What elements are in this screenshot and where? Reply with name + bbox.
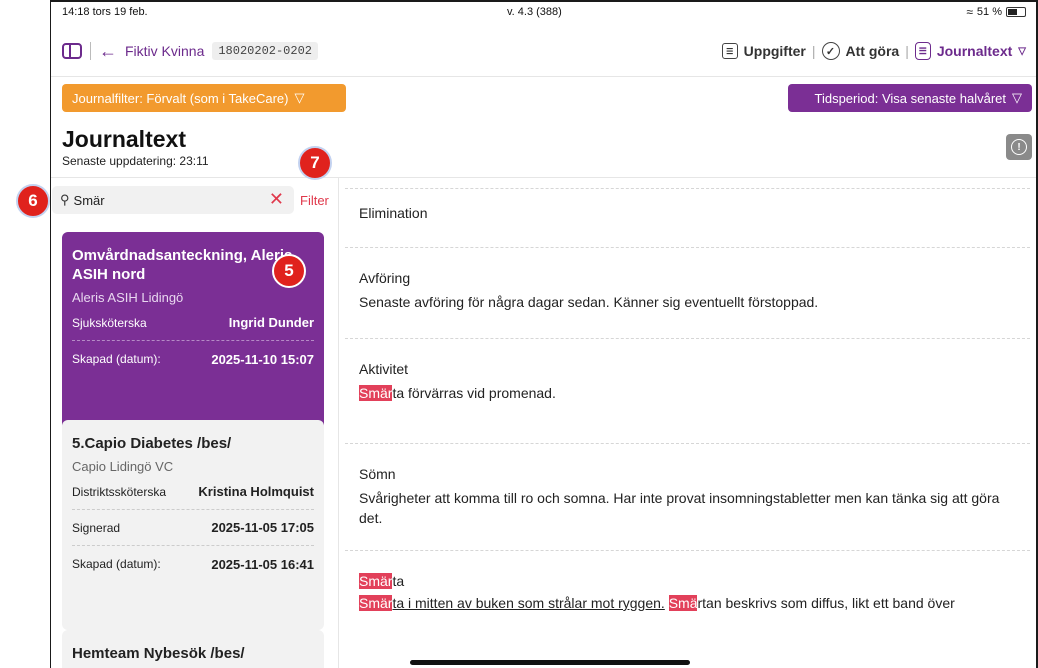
frame-top-border <box>50 0 1038 2</box>
status-bar: 14:18 tors 19 feb. v. 4.3 (388) ≈ 51 % <box>62 4 1032 20</box>
card-row-label: Signerad <box>72 520 121 535</box>
battery-icon <box>1006 7 1026 17</box>
card-title: Hemteam Nybesök /bes/ <box>72 645 245 662</box>
info-icon: ! <box>1011 139 1027 155</box>
section-heading: Avföring <box>359 270 411 286</box>
filter-button[interactable]: Filter <box>300 193 329 208</box>
section-text: ta i mitten av buken som strålar mot ryg… <box>392 595 665 611</box>
search-icon: ⚲ <box>60 192 70 207</box>
section-smarta: Smärta Smärta i mitten av buken som strå… <box>345 551 1030 629</box>
last-updated: Senaste uppdatering: 23:11 <box>62 154 209 168</box>
journal-filter-label: Journalfilter: Förvalt (som i TakeCare) <box>72 90 289 106</box>
chevron-down-icon: ▽ <box>294 90 305 105</box>
tasks-button[interactable]: Uppgifter <box>744 43 806 59</box>
frame-left-border <box>50 0 51 668</box>
nav-divider <box>90 42 91 60</box>
checkmark-circle-icon[interactable]: ✓ <box>821 42 840 60</box>
period-filter-button[interactable]: Tidsperiod: Visa senaste halvåret ▽ <box>788 84 1032 112</box>
search-highlight: Smär <box>359 595 393 611</box>
section-body: Smärta förvärras vid promenad. <box>359 383 1016 403</box>
sidebar-toggle-icon[interactable] <box>62 43 82 59</box>
navigation-bar: ← Fiktiv Kvinna 18020202-0202 ☰ Uppgifte… <box>62 40 1032 66</box>
card-row-value: Kristina Holmquist <box>198 484 314 499</box>
card-row-value: 2025-11-05 17:05 <box>211 520 314 535</box>
card-row-label: Sjuksköterska <box>72 315 147 330</box>
card-row: Distriktssköterska Kristina Holmquist <box>72 474 314 510</box>
search-highlight: Smär <box>359 573 393 589</box>
nav-separator: | <box>811 43 816 59</box>
card-title: 5.Capio Diabetes /bes/ <box>72 435 232 452</box>
section-heading: Smärta <box>359 573 1016 589</box>
header-divider <box>51 76 1036 77</box>
search-value[interactable]: Smär <box>74 193 105 208</box>
card-org: Capio Lidingö VC <box>72 459 174 474</box>
annotation-badge-6: 6 <box>16 184 50 218</box>
patient-id: 18020202-0202 <box>212 42 318 60</box>
page-title: Journaltext <box>62 126 186 152</box>
card-row: Signerad 2025-11-05 17:05 <box>72 510 314 546</box>
section-heading: Elimination <box>359 205 428 221</box>
section-avforing: Avföring Senaste avföring för några daga… <box>345 248 1030 328</box>
search-input[interactable]: ⚲ Smär ✕ <box>52 186 294 214</box>
tasks-icon[interactable]: ☰ <box>721 43 738 59</box>
card-row-value: 2025-11-05 16:41 <box>211 556 314 572</box>
section-somn: Sömn Svårigheter att komma till ro och s… <box>345 444 1030 544</box>
app-version: v. 4.3 (388) <box>507 6 562 18</box>
section-text: ta förvärras vid promenad. <box>392 385 556 401</box>
period-filter-label: Tidsperiod: Visa senaste halvåret <box>814 90 1007 106</box>
card-row-value: 2025-11-10 15:07 <box>211 351 314 367</box>
section-elimination: Elimination <box>345 189 1030 237</box>
card-row-value: Ingrid Dunder <box>228 315 314 330</box>
card-row-label: Skapad (datum): <box>72 557 161 571</box>
section-heading: Aktivitet <box>359 361 409 377</box>
annotation-badge-5: 5 <box>272 254 306 288</box>
wifi-icon: ≈ <box>966 5 973 19</box>
status-time: 14:18 tors 19 feb. <box>62 6 148 18</box>
card-row: Skapad (datum): 2025-11-05 16:41 <box>72 546 314 582</box>
card-row-label: Distriktssköterska <box>72 484 167 499</box>
card-row-label: Skapad (datum): <box>72 352 161 366</box>
section-text: ta <box>392 573 405 589</box>
chevron-down-icon: ▽ <box>1012 90 1022 105</box>
battery-percent: 51 % <box>976 6 1002 18</box>
journal-filter-button[interactable]: Journalfilter: Förvalt (som i TakeCare) … <box>62 84 346 112</box>
section-text: rtan beskrivs som diffus, likt ett band … <box>697 595 955 611</box>
card-row: Sjuksköterska Ingrid Dunder <box>72 305 314 341</box>
journal-menu-button[interactable]: Journaltext <box>937 43 1012 59</box>
back-arrow-icon[interactable]: ← <box>99 42 117 60</box>
card-org: Aleris ASIH Lidingö <box>72 290 184 305</box>
close-icon[interactable]: ✕ <box>269 189 284 210</box>
home-indicator[interactable] <box>410 660 690 665</box>
journal-card[interactable]: 5.Capio Diabetes /bes/ Capio Lidingö VC … <box>62 420 324 630</box>
card-row: Skapad (datum): 2025-11-10 15:07 <box>72 341 314 377</box>
section-body: Svårigheter att komma till ro och somna.… <box>359 490 1000 526</box>
document-icon[interactable]: ☰ <box>914 42 931 60</box>
annotation-badge-7: 7 <box>298 146 332 180</box>
todo-button[interactable]: Att göra <box>846 43 900 59</box>
journal-content: Elimination Avföring Senaste avföring fö… <box>345 178 1030 629</box>
column-divider <box>338 178 339 668</box>
section-body: Senaste avföring för några dagar sedan. … <box>359 294 819 310</box>
search-highlight: Smä <box>668 595 698 611</box>
patient-name[interactable]: Fiktiv Kvinna <box>125 43 204 59</box>
search-highlight: Smär <box>359 385 393 401</box>
journal-card[interactable]: Hemteam Nybesök /bes/ <box>62 630 324 668</box>
section-heading: Sömn <box>359 466 396 482</box>
info-button[interactable]: ! <box>1006 134 1032 160</box>
chevron-down-icon[interactable]: ▽ <box>1018 46 1026 57</box>
section-aktivitet: Aktivitet Smärta förvärras vid promenad. <box>345 339 1030 419</box>
nav-separator: | <box>905 43 909 59</box>
section-body: Smärta i mitten av buken som strålar mot… <box>359 593 1016 613</box>
